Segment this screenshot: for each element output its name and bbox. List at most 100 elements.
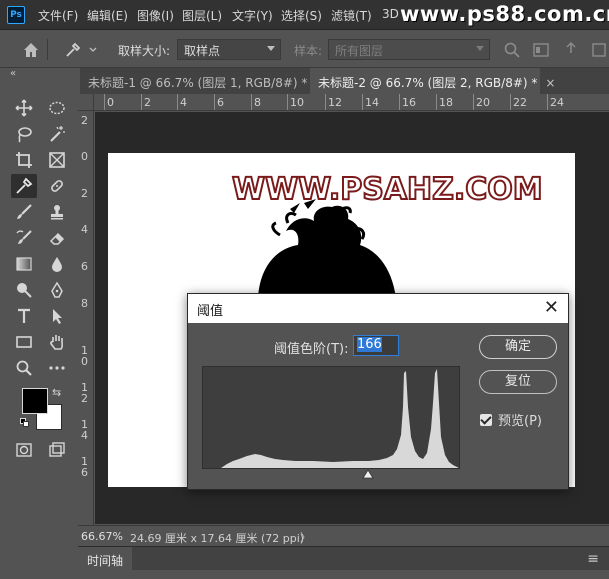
tab-document-1[interactable]: 未标题-1 @ 66.7% (图层 1, RGB/8#) *× <box>80 68 325 94</box>
ruler-tick <box>251 94 252 110</box>
eyedropper-tool[interactable] <box>11 174 37 198</box>
menu-filter[interactable]: 滤镜(T) <box>331 7 372 24</box>
threshold-dialog: 阈值 ✕ 阈值色阶(T): 166 确定 复位 预览(P) <box>187 293 569 490</box>
tools-panel: « ⇆ <box>0 68 80 579</box>
zoom-icon <box>16 360 32 376</box>
zoom-level[interactable]: 66.67% <box>81 530 123 543</box>
close-icon[interactable]: ✕ <box>544 297 559 318</box>
ruler-tick <box>547 94 548 110</box>
magic-wand-tool[interactable] <box>44 122 70 146</box>
move-tool[interactable] <box>11 96 37 120</box>
panel-menu-icon[interactable]: ≡ <box>587 551 599 567</box>
chevron-down-icon <box>89 47 97 52</box>
chevron-down-icon <box>476 46 484 51</box>
dodge-icon <box>17 283 32 298</box>
eyedropper-preset-button[interactable] <box>64 39 100 60</box>
watermark-text: www.ps88.com.cn <box>400 2 609 26</box>
lasso-icon <box>18 127 32 143</box>
ruler-tick <box>362 94 363 110</box>
sample-layers-select[interactable]: 所有图层 <box>328 39 490 60</box>
gradient-tool[interactable] <box>11 252 37 276</box>
share-icon[interactable] <box>562 41 580 59</box>
menu-image[interactable]: 图像(I) <box>137 7 174 24</box>
dodge-tool[interactable] <box>11 278 37 302</box>
ruler-label: 2 <box>81 114 88 127</box>
threshold-level-input[interactable]: 166 <box>353 335 399 356</box>
menu-edit[interactable]: 编辑(E) <box>87 7 128 24</box>
preview-checkbox[interactable] <box>480 414 492 426</box>
history-brush-tool[interactable] <box>11 226 37 250</box>
ruler-label: 2 <box>144 96 151 109</box>
home-button[interactable] <box>14 39 48 60</box>
ruler-label: 10 <box>290 96 304 109</box>
brush-tool[interactable] <box>11 200 37 224</box>
rectangle-icon <box>16 336 32 348</box>
menu-bar: Ps 文件(F) 编辑(E) 图像(I) 图层(L) 文字(Y) 选择(S) 滤… <box>0 0 609 30</box>
preview-checkbox-row[interactable]: 预览(P) <box>480 410 542 429</box>
ruler-label: 14 <box>365 96 379 109</box>
chevron-right-icon[interactable]: 〉 <box>300 529 311 545</box>
ruler-label: 12 <box>328 96 342 109</box>
ruler-label: 1 2 <box>81 381 88 405</box>
screen-mode-icon <box>49 442 65 457</box>
eraser-tool[interactable] <box>44 226 70 250</box>
more-tools[interactable] <box>44 356 70 380</box>
tab-document-2[interactable]: 未标题-2 @ 66.7% (图层 2, RGB/8#) * × <box>310 68 555 94</box>
ruler-tick <box>325 94 326 110</box>
panel-icon[interactable] <box>592 41 606 59</box>
threshold-slider-handle[interactable] <box>362 469 374 479</box>
healing-brush-tool[interactable] <box>44 174 70 198</box>
ruler-label: 6 <box>81 260 88 273</box>
type-icon <box>18 308 30 323</box>
ruler-label: 1 0 <box>81 344 88 368</box>
zoom-tool[interactable] <box>11 356 37 380</box>
ruler-label: 22 <box>513 96 527 109</box>
quick-mask-button[interactable] <box>11 438 37 462</box>
magic-wand-icon <box>50 126 65 142</box>
ruler-label: 16 <box>402 96 416 109</box>
type-tool[interactable] <box>11 304 37 328</box>
menu-select[interactable]: 选择(S) <box>281 7 322 24</box>
screen-mode-button[interactable] <box>44 438 70 462</box>
frame-icon <box>49 152 65 168</box>
quick-mask-icon <box>16 443 32 457</box>
sample-size-select[interactable]: 取样点 <box>177 39 281 60</box>
sample-size-label: 取样大小: <box>118 44 171 58</box>
vertical-ruler[interactable]: 2 0 2 4 6 8 1 0 1 2 1 4 1 6 <box>78 111 94 525</box>
swap-colors-icon[interactable]: ⇆ <box>52 386 61 399</box>
ok-button[interactable]: 确定 <box>479 335 557 359</box>
menu-3d[interactable]: 3D <box>382 7 399 21</box>
close-icon[interactable]: × <box>545 76 555 90</box>
lasso-tool[interactable] <box>11 122 37 146</box>
ruler-tick <box>141 94 142 110</box>
path-selection-tool[interactable] <box>44 304 70 328</box>
histogram-graph <box>203 369 459 468</box>
default-colors-icon[interactable] <box>20 418 30 428</box>
eyedropper-icon <box>66 42 81 57</box>
marquee-tool[interactable] <box>44 96 70 120</box>
search-icon[interactable] <box>503 41 521 59</box>
clone-stamp-tool[interactable] <box>44 200 70 224</box>
ruler-tick <box>510 94 511 110</box>
menu-layer[interactable]: 图层(L) <box>182 7 222 24</box>
blur-tool[interactable] <box>44 252 70 276</box>
menu-type[interactable]: 文字(Y) <box>232 7 273 24</box>
workspace-icon[interactable] <box>532 41 550 59</box>
ruler-tick <box>436 94 437 110</box>
crop-icon <box>16 152 32 168</box>
foreground-color-swatch[interactable] <box>22 388 48 414</box>
ruler-tick <box>214 94 215 110</box>
timeline-tab[interactable]: 时间轴 <box>78 547 133 571</box>
reset-button[interactable]: 复位 <box>479 370 557 394</box>
frame-tool[interactable] <box>44 148 70 172</box>
crop-tool[interactable] <box>11 148 37 172</box>
drop-icon <box>52 257 62 272</box>
horizontal-ruler[interactable]: 2024681012141618202224 <box>94 94 609 111</box>
pen-tool[interactable] <box>44 278 70 302</box>
hand-tool[interactable] <box>44 330 70 354</box>
home-icon <box>24 43 38 57</box>
rectangle-tool[interactable] <box>11 330 37 354</box>
collapse-panel-icon[interactable]: « <box>10 68 16 79</box>
menu-file[interactable]: 文件(F) <box>38 7 78 24</box>
gradient-icon <box>16 257 32 271</box>
